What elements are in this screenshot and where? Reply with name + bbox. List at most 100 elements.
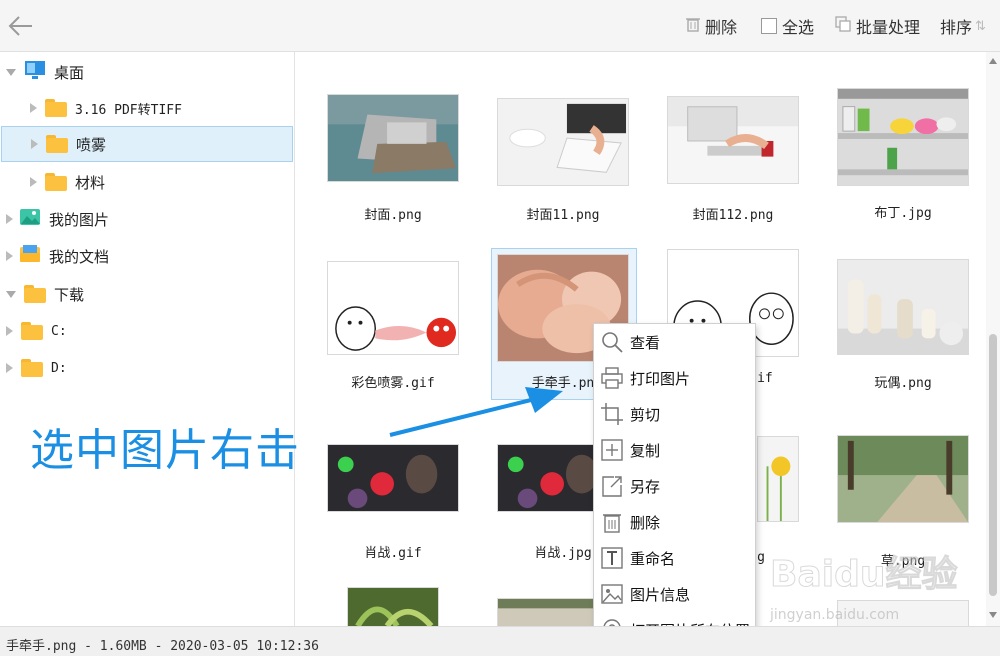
select-all-checkbox[interactable] [761,18,777,34]
scroll-down-arrow-icon[interactable] [989,612,997,618]
expand-toggle[interactable] [6,290,16,298]
thumbnail-image[interactable] [327,444,459,512]
toolbar: 删除 全选 批量处理 排序 ⇅ [0,0,1000,52]
thumbnail-image[interactable] [347,587,439,626]
tree-label: 我的图片 [49,210,110,229]
menu-label: 另存 [630,477,661,496]
expand-toggle[interactable] [30,177,37,187]
tree-label: 下载 [54,285,85,304]
status-text: 手牵手.png - 1.60MB - 2020-03-05 10:12:36 [6,639,319,654]
menu-item-rename[interactable]: 重命名 [594,540,755,576]
expand-toggle[interactable] [31,139,38,149]
text-icon [600,546,624,570]
folder-icon [46,135,68,153]
thumbnail-image[interactable] [757,436,799,522]
trash-icon [686,16,700,36]
tree-label: 桌面 [54,63,85,82]
watermark-url: jingyan.baidu.com [770,607,900,623]
image-manager-window: 删除 全选 批量处理 排序 ⇅ 桌面 3.16 PDF转TIFF 喷雾 材料 我… [0,0,1000,656]
scrollbar-thumb[interactable] [989,334,997,596]
folder-icon [21,322,43,340]
sort-button[interactable]: 排序 ⇅ [940,15,986,37]
expand-toggle[interactable] [30,103,37,113]
thumbnail-image[interactable] [837,435,969,523]
vertical-scrollbar[interactable] [986,52,1000,626]
sort-label: 排序 [940,18,973,37]
thumbnail-image[interactable] [667,96,799,184]
thumbnail-image[interactable] [327,94,459,182]
batch-label: 批量处理 [856,18,921,37]
tree-label: 材料 [75,173,106,192]
trash-icon [600,510,624,534]
expand-toggle[interactable] [6,68,16,76]
expand-toggle[interactable] [6,326,13,336]
documents-icon [19,244,41,268]
menu-label: 图片信息 [630,585,691,604]
select-all-label: 全选 [782,18,815,37]
sort-arrows-icon: ⇅ [975,18,986,34]
tree-item-desktop[interactable]: 桌面 [0,54,294,90]
menu-item-copy[interactable]: 复制 [594,432,755,468]
menu-item-delete[interactable]: 删除 [594,504,755,540]
delete-button[interactable]: 删除 [686,15,737,37]
image-info-icon [600,582,624,606]
file-name: 封面.png [364,208,422,223]
tree-item-pdf-to-tiff[interactable]: 3.16 PDF转TIFF [0,90,294,126]
menu-label: 打印图片 [630,369,691,388]
tree-label: 我的文档 [49,247,110,266]
annotation-arrow-icon [389,387,563,437]
thumbnail-image[interactable] [497,98,629,186]
file-name: 布丁.jpg [874,206,932,221]
status-bar: 手牵手.png - 1.60MB - 2020-03-05 10:12:36 [0,626,1000,656]
folder-icon [21,359,43,377]
batch-icon [835,16,851,36]
menu-label: 复制 [630,441,661,460]
pictures-icon [19,207,41,231]
thumbnail-image[interactable] [837,259,969,355]
menu-label: 剪切 [630,405,661,424]
expand-toggle[interactable] [6,363,13,373]
menu-item-print[interactable]: 打印图片 [594,360,755,396]
tree-label: D: [51,360,67,376]
magnifier-icon [600,330,624,354]
folder-tree: 桌面 3.16 PDF转TIFF 喷雾 材料 我的图片 我的文档 下载 C: D… [0,52,295,626]
menu-item-view[interactable]: 查看 [594,324,755,360]
tree-label: 喷雾 [76,135,107,154]
menu-item-image-info[interactable]: 图片信息 [594,576,755,612]
save-as-icon [600,474,624,498]
expand-toggle[interactable] [6,251,13,261]
menu-item-cut[interactable]: 剪切 [594,396,755,432]
tree-item-materials[interactable]: 材料 [0,164,294,200]
menu-label: 查看 [630,333,661,352]
tree-item-downloads[interactable]: 下载 [0,276,294,312]
tutorial-annotation: 选中图片右击 [30,425,300,476]
tree-item-drive-c[interactable]: C: [0,313,294,349]
tree-label: 3.16 PDF转TIFF [75,102,182,118]
back-button[interactable] [6,12,36,40]
folder-icon [24,285,46,303]
delete-label: 删除 [705,18,738,37]
tree-item-drive-d[interactable]: D: [0,350,294,386]
crop-icon [600,402,624,426]
file-name: 封面11.png [526,208,600,223]
menu-label: 重命名 [630,549,676,568]
scroll-up-arrow-icon[interactable] [989,58,997,64]
watermark-title: Baidu经验 [769,554,958,596]
tree-item-spray[interactable]: 喷雾 [1,126,293,162]
tree-item-my-documents[interactable]: 我的文档 [0,238,294,274]
select-all-button[interactable]: 全选 [761,15,814,37]
back-arrow-icon [8,16,32,36]
expand-toggle[interactable] [6,214,13,224]
file-name: 玩偶.png [874,376,932,391]
menu-item-save-as[interactable]: 另存 [594,468,755,504]
baidu-watermark-logo: Baidu经验 jingyan.baidu.com [769,545,970,625]
desktop-icon [24,60,46,84]
tree-item-my-pictures[interactable]: 我的图片 [0,201,294,237]
thumbnail-image[interactable] [837,88,969,186]
copy-icon [600,438,624,462]
thumbnail-image[interactable] [327,261,459,355]
batch-process-button[interactable]: 批量处理 [835,15,920,37]
tree-label: C: [51,323,67,339]
printer-icon [600,366,624,390]
context-menu: 查看 打印图片 剪切 复制 另存 删除 重命名 图片信息 [593,323,756,650]
